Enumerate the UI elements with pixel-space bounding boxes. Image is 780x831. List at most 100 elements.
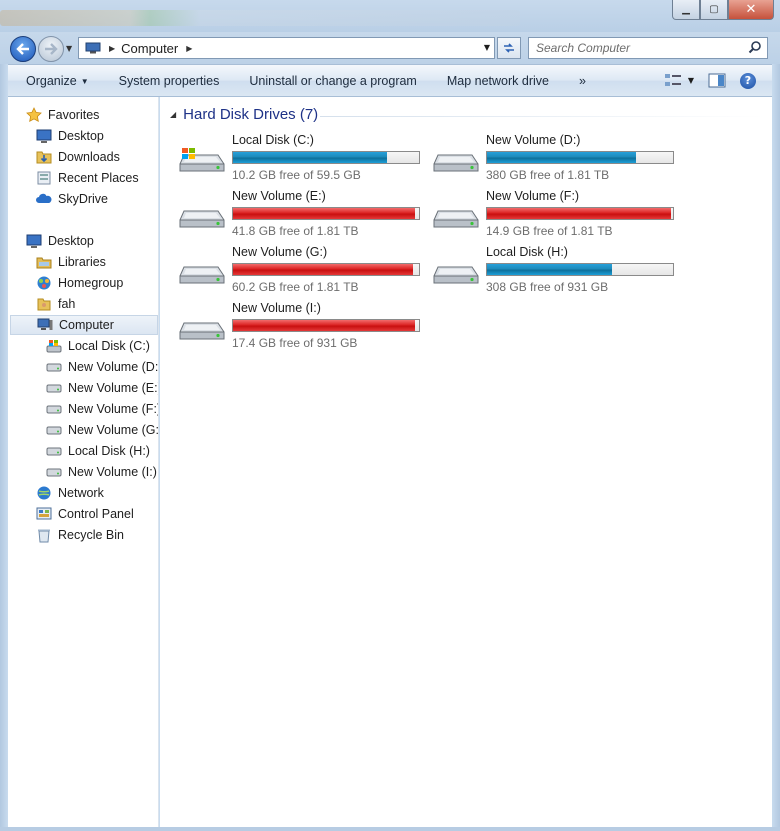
system-properties-button[interactable]: System properties (104, 74, 235, 88)
sidebar-item-desktop[interactable]: Desktop (36, 126, 104, 146)
view-controls: ▼ ? (664, 65, 772, 96)
downloads-folder-icon (36, 149, 52, 165)
back-button[interactable] (10, 36, 36, 62)
sidebar-item-new-volume-d[interactable]: New Volume (D:) (46, 357, 159, 377)
group-divider (320, 116, 765, 117)
sidebar-item-label: Local Disk (H:) (68, 444, 150, 458)
sidebar-item-favorites[interactable]: Favorites (26, 105, 99, 125)
drive-tile[interactable]: Local Disk (C:) 10.2 GB free of 59.5 GB (178, 133, 428, 183)
breadcrumb-separator[interactable]: ▶ (186, 44, 192, 53)
breadcrumb-computer[interactable]: Computer (121, 41, 178, 56)
free-space-text: 14.9 GB free of 1.81 TB (486, 224, 613, 238)
map-network-drive-button[interactable]: Map network drive (432, 74, 564, 88)
sidebar-item-recycle-bin[interactable]: Recycle Bin (36, 525, 124, 545)
sidebar-item-new-volume-i[interactable]: New Volume (I:) (46, 462, 157, 482)
capacity-bar-fill (233, 152, 388, 163)
sidebar-item-network[interactable]: Network (36, 483, 104, 503)
sidebar-item-label: SkyDrive (58, 192, 109, 206)
drive-tile[interactable]: Local Disk (H:) 308 GB free of 931 GB (432, 245, 682, 295)
desktop-icon (26, 233, 42, 249)
search-icon[interactable] (748, 40, 762, 54)
help-icon[interactable]: ? (740, 72, 756, 89)
free-space-text: 308 GB free of 931 GB (486, 280, 609, 294)
change-view-button[interactable]: ▼ (664, 73, 694, 88)
preview-pane-icon[interactable] (708, 73, 726, 88)
sidebar-item-control-panel[interactable]: Control Panel (36, 504, 134, 524)
drive-name: New Volume (E:) (232, 189, 326, 203)
minimize-button[interactable]: ▁ (672, 0, 700, 20)
window-border-left (0, 64, 8, 831)
sidebar-item-label: New Volume (D:) (68, 360, 159, 374)
close-button[interactable]: ✕ (728, 0, 774, 20)
forward-button[interactable] (38, 36, 64, 62)
drive-tile[interactable]: New Volume (F:) 14.9 GB free of 1.81 TB (432, 189, 682, 239)
network-icon (36, 485, 52, 501)
window-border-bottom (0, 827, 780, 831)
window-controls: ▁ ▢ ✕ (672, 0, 774, 20)
drive-icon (46, 401, 62, 417)
computer-icon (85, 42, 101, 54)
sidebar-item-label: fah (58, 297, 76, 311)
hard-drive-icon (432, 202, 480, 230)
sidebar-item-local-disk-c[interactable]: Local Disk (C:) (46, 336, 150, 356)
address-bar[interactable]: ▶ Computer ▶ ▼ (78, 37, 495, 59)
breadcrumb-separator[interactable]: ▶ (109, 44, 115, 53)
capacity-bar (486, 207, 674, 220)
organize-menu[interactable]: Organize ▼ (8, 74, 104, 88)
drive-icon (46, 464, 62, 480)
sidebar-item-label: Recent Places (58, 171, 139, 185)
refresh-button[interactable] (497, 37, 521, 59)
sidebar-item-new-volume-f[interactable]: New Volume (F:) (46, 399, 159, 419)
group-title: Hard Disk Drives (7) (183, 106, 319, 123)
hard-drive-icon (432, 258, 480, 286)
recent-pages-dropdown[interactable]: ▼ (66, 44, 72, 53)
homegroup-icon (36, 275, 52, 291)
navigation-pane: Favorites Desktop Downloads Recent Places Sk… (8, 97, 159, 827)
group-header[interactable]: ◢ Hard Disk Drives (7) (170, 106, 318, 123)
drive-tile[interactable]: New Volume (G:) 60.2 GB free of 1.81 TB (178, 245, 428, 295)
drive-name: New Volume (D:) (486, 133, 581, 147)
free-space-text: 17.4 GB free of 931 GB (232, 336, 358, 350)
drive-tile[interactable]: New Volume (E:) 41.8 GB free of 1.81 TB (178, 189, 428, 239)
capacity-bar-fill (233, 264, 414, 275)
sidebar-item-libraries[interactable]: Libraries (36, 252, 106, 272)
sidebar-item-homegroup[interactable]: Homegroup (36, 273, 123, 293)
back-arrow-icon (16, 43, 29, 55)
forward-arrow-icon (45, 43, 58, 55)
sidebar-item-skydrive[interactable]: SkyDrive (36, 189, 108, 209)
title-bar[interactable]: ▁ ▢ ✕ (0, 0, 780, 32)
computer-icon (37, 317, 53, 333)
more-commands-button[interactable]: » (564, 74, 601, 88)
uninstall-program-button[interactable]: Uninstall or change a program (234, 74, 431, 88)
collapse-triangle-icon[interactable]: ◢ (170, 110, 176, 119)
search-input[interactable] (529, 38, 739, 58)
sidebar-item-desktop[interactable]: Desktop (26, 231, 94, 251)
sidebar-item-computer[interactable]: Computer (10, 315, 158, 335)
sidebar-item-local-disk-h[interactable]: Local Disk (H:) (46, 441, 150, 461)
maximize-button[interactable]: ▢ (700, 0, 728, 20)
capacity-bar-fill (487, 208, 672, 219)
sidebar-item-label: Desktop (48, 234, 94, 248)
hard-drive-icon (178, 202, 226, 230)
drive-name: Local Disk (H:) (486, 245, 568, 259)
command-bar: Organize ▼ System properties Uninstall or… (8, 64, 772, 97)
sidebar-item-label: Favorites (48, 108, 100, 122)
sidebar-item-label: New Volume (I:) (68, 465, 157, 479)
hard-drive-icon (178, 258, 226, 286)
star-icon (26, 107, 42, 123)
drive-tile[interactable]: New Volume (I:) 17.4 GB free of 931 GB (178, 301, 428, 351)
address-dropdown[interactable]: ▼ (484, 43, 490, 52)
drive-tile[interactable]: New Volume (D:) 380 GB free of 1.81 TB (432, 133, 682, 183)
sidebar-item-new-volume-g[interactable]: New Volume (G:) (46, 420, 158, 440)
sidebar-item-recent-places[interactable]: Recent Places (36, 168, 139, 188)
sidebar-item-new-volume-e[interactable]: New Volume (E:) (46, 378, 158, 398)
drive-name: New Volume (G:) (232, 245, 328, 259)
free-space-text: 10.2 GB free of 59.5 GB (232, 168, 361, 182)
organize-label: Organize (26, 73, 77, 88)
sidebar-item-label: New Volume (F:) (68, 402, 159, 416)
sidebar-item-fah[interactable]: fah (36, 294, 75, 314)
sidebar-item-label: Network (58, 486, 104, 500)
sidebar-item-downloads[interactable]: Downloads (36, 147, 120, 167)
search-box[interactable] (528, 37, 768, 59)
drive-name: Local Disk (C:) (232, 133, 314, 147)
